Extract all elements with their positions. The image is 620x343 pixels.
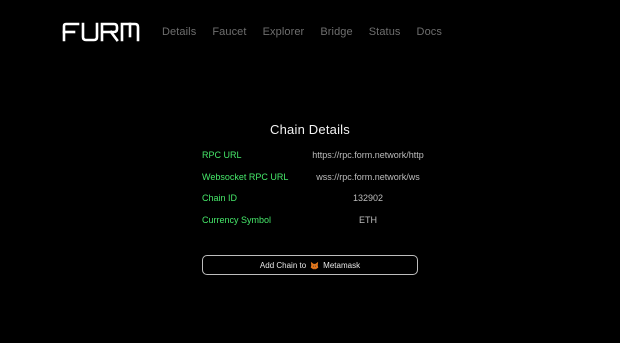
currency-symbol-label: Currency Symbol (202, 214, 272, 225)
add-chain-prefix: Add Chain to (259, 260, 307, 270)
form-logo[interactable] (62, 22, 140, 42)
detail-row-websocket-rpc-url: Websocket RPC URL wss://rpc.form.network… (202, 167, 420, 189)
main-nav: Details Faucet Explorer Bridge Status Do… (162, 25, 458, 39)
chain-id-value[interactable]: 132902 (310, 193, 426, 204)
chain-details-list: RPC URL https://rpc.form.network/http We… (202, 145, 424, 232)
nav-bridge[interactable]: Bridge (320, 25, 352, 39)
websocket-rpc-url-label: Websocket RPC URL (202, 171, 289, 182)
rpc-url-value[interactable]: https://rpc.form.network/http (310, 150, 426, 161)
nav-details[interactable]: Details (162, 25, 196, 39)
currency-symbol-value[interactable]: ETH (310, 215, 426, 226)
detail-row-currency-symbol: Currency Symbol ETH (202, 210, 418, 232)
nav-explorer[interactable]: Explorer (263, 25, 305, 39)
detail-row-chain-id: Chain ID 132902 (202, 188, 418, 210)
chain-details-title: Chain Details (270, 122, 350, 137)
nav-status[interactable]: Status (369, 25, 401, 39)
add-chain-wallet: Metamask (323, 260, 361, 270)
rpc-url-label: RPC URL (202, 150, 242, 160)
websocket-rpc-url-value[interactable]: wss://rpc.form.network/ws (310, 172, 426, 183)
nav-faucet[interactable]: Faucet (212, 25, 246, 39)
add-chain-to-metamask-button[interactable]: Add Chain to Metamask (202, 255, 418, 275)
nav-docs[interactable]: Docs (417, 25, 442, 39)
page: Details Faucet Explorer Bridge Status Do… (0, 0, 620, 343)
metamask-fox-icon (310, 261, 319, 270)
chain-id-label: Chain ID (202, 193, 238, 203)
detail-row-rpc-url: RPC URL https://rpc.form.network/http (202, 145, 424, 167)
header: Details Faucet Explorer Bridge Status Do… (0, 0, 620, 64)
